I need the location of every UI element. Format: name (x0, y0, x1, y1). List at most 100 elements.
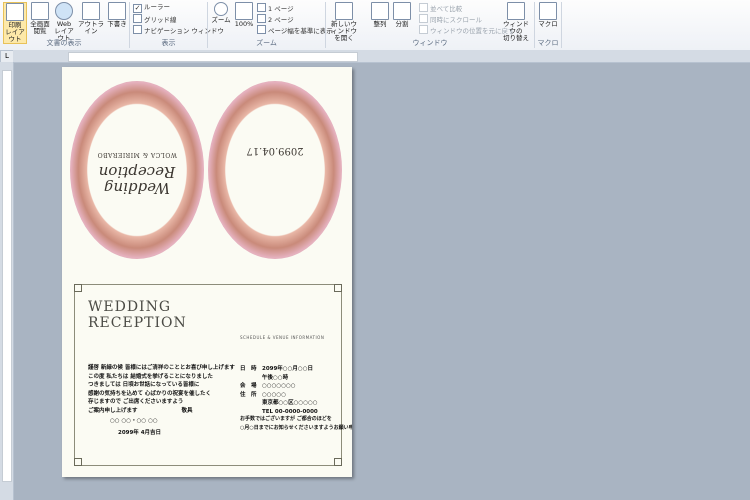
arrange-all-icon (371, 2, 389, 20)
macro-label: マクロ (538, 20, 558, 28)
reply-line: お手数ではございますが ご都合のほどを (240, 416, 332, 422)
two-pages-label: 2 ページ (268, 16, 294, 24)
zoom-100-button[interactable]: 100% (233, 2, 255, 28)
group-label-macro: マクロ (537, 39, 559, 47)
group-label-document-views: 文書の表示 (46, 39, 82, 47)
couple-names: WOLCA & MIRIERABO (97, 151, 177, 158)
frame-ornament (334, 284, 342, 292)
info-line: 午後○○時 (240, 374, 289, 381)
page-width-label: ページ幅を基準に表示 (268, 27, 333, 35)
info-line: 日 時 2099年○○月○○日 (240, 366, 314, 372)
print-layout-icon (6, 3, 24, 21)
new-window-button[interactable]: 新しいウィンドウ を開く (328, 2, 360, 42)
reset-window-position-icon (419, 25, 428, 34)
two-pages-icon (257, 14, 266, 23)
ruler-checkbox[interactable]: ✓ ルーラー (133, 3, 170, 13)
synchronous-scroll-icon (419, 14, 428, 23)
checkbox-checked-icon: ✓ (133, 4, 142, 13)
zoom-100-label: 100% (234, 20, 254, 28)
group-window: 新しいウィンドウ を開く 整列 分割 並べて比較 同時にスクロール ウィンドウの… (327, 0, 533, 50)
ribbon-separator (561, 2, 562, 48)
document-page[interactable]: Wedding Reception WOLCA & MIRIERABO 2099… (62, 67, 352, 477)
outline-label: アウトライン (78, 20, 104, 35)
ribbon-separator (534, 2, 535, 48)
outline-icon (82, 2, 100, 20)
ribbon-separator (325, 2, 326, 48)
cover-text-group: Wedding Reception WOLCA & MIRIERABO (80, 151, 194, 197)
one-page-label: 1 ページ (268, 5, 294, 13)
group-macro: マクロ マクロ (536, 0, 560, 50)
group-label-zoom: ズーム (256, 39, 277, 47)
ruler-text-area (2, 70, 12, 482)
gridlines-checkbox[interactable]: グリッド線 (133, 14, 177, 24)
one-page-icon (257, 3, 266, 12)
magnifier-icon (214, 2, 228, 16)
ruler-text-area (68, 52, 358, 62)
horizontal-ruler[interactable] (13, 50, 750, 63)
invitation-message: 謹啓 新緑の候 皆様にはご清祥のこととお喜び申し上げます この度 私たちは 結婚… (88, 364, 235, 415)
info-line: 住 所 ○○○○○ (240, 391, 286, 398)
date-text-group: 2099.04.17 (244, 145, 306, 156)
checkbox-icon (133, 14, 142, 23)
zoom-button[interactable]: ズーム (210, 2, 232, 24)
synchronous-scroll-button[interactable]: 同時にスクロール (419, 14, 482, 24)
message-line: 存じますので ご出席くださいますよう (88, 399, 184, 405)
cover-date: 2099.04.17 (246, 145, 304, 156)
side-by-side-button[interactable]: 並べて比較 (419, 3, 463, 13)
signature-names: ○○ ○○・○○ ○○ (110, 418, 158, 424)
macro-button[interactable]: マクロ (537, 2, 559, 28)
macro-icon (539, 2, 557, 20)
fullscreen-reading-icon (31, 2, 49, 20)
one-page-button[interactable]: 1 ページ (257, 3, 294, 13)
web-layout-button[interactable]: Web レイアウト (53, 2, 75, 42)
web-layout-icon (55, 2, 73, 20)
info-line: 会 場 ○○○○○○○ (240, 383, 296, 389)
draft-icon (108, 2, 126, 20)
message-line: ご案内申し上げます 敬具 (88, 407, 193, 414)
ribbon-separator (207, 2, 208, 48)
arrange-all-button[interactable]: 整列 (369, 2, 391, 28)
page-100-icon (235, 2, 253, 20)
group-zoom: ズーム 100% 1 ページ 2 ページ ページ幅を基準に表示 ズーム (209, 0, 333, 50)
checkbox-icon (133, 25, 142, 34)
script-title: Wedding Reception (98, 163, 176, 197)
message-line: 感謝の気持ちを込めて 心ばかりの祝宴を催したく (88, 390, 212, 397)
invitation-title: WEDDING RECEPTION (88, 299, 187, 331)
gridlines-label: グリッド線 (144, 16, 177, 24)
draft-button[interactable]: 下書き (106, 2, 128, 28)
flower-wreath-right (208, 81, 342, 259)
split-button[interactable]: 分割 (391, 2, 413, 28)
message-line: つきましては 日頃お世話になっている皆様に (88, 382, 200, 388)
switch-windows-icon (507, 2, 525, 20)
side-by-side-label: 並べて比較 (430, 5, 463, 13)
frame-ornament (334, 458, 342, 466)
ribbon: 印刷 レイアウト 全画面 閲覧 Web レイアウト アウトライン 下書き 文書の… (0, 0, 750, 51)
group-document-views: 印刷 レイアウト 全画面 閲覧 Web レイアウト アウトライン 下書き 文書の… (0, 0, 128, 50)
outline-button[interactable]: アウトライン (78, 2, 104, 35)
ribbon-separator (129, 2, 130, 48)
page-width-button[interactable]: ページ幅を基準に表示 (257, 25, 333, 35)
group-label-window: ウィンドウ (412, 39, 448, 47)
page-width-icon (257, 25, 266, 34)
split-label: 分割 (395, 20, 409, 28)
two-pages-button[interactable]: 2 ページ (257, 14, 294, 24)
info-line: 東京都○○区○○○○○ (240, 400, 318, 406)
group-label-show: 表示 (161, 39, 176, 47)
message-line: この度 私たちは 結婚式を挙げることになりました (88, 373, 213, 380)
fullscreen-reading-button[interactable]: 全画面 閲覧 (29, 2, 51, 35)
venue-info: 日 時 2099年○○月○○日 午後○○時 会 場 ○○○○○○○ 住 所 ○○… (240, 365, 318, 416)
tab-stop-icon: L (5, 52, 9, 60)
vertical-ruler[interactable] (0, 62, 14, 500)
ruler-label: ルーラー (144, 3, 170, 11)
arrange-all-label: 整列 (373, 20, 387, 28)
schedule-heading: SCHEDULE & VENUE INFORMATION (240, 335, 325, 340)
side-by-side-icon (419, 3, 428, 12)
reply-note: お手数ではございますが ご都合のほどを ○月○日までにお知らせくださいますようお… (240, 415, 352, 432)
switch-windows-button[interactable]: ウィンドウの 切り替え (501, 2, 531, 42)
new-window-icon (335, 2, 353, 20)
frame-ornament (74, 284, 82, 292)
zoom-label: ズーム (211, 16, 231, 24)
group-show: ✓ ルーラー グリッド線 ナビゲーション ウィンドウ 表示 (131, 0, 224, 50)
reply-line: ○月○日までにお知らせくださいますようお願い申し上げます (240, 424, 352, 431)
signature-date: 2099年 4月吉日 (118, 430, 162, 436)
